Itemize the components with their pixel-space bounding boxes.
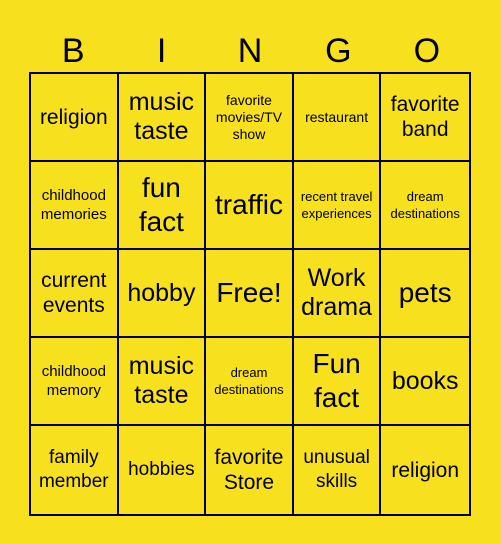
cell-label: favorite Store [214, 446, 284, 494]
bingo-cell[interactable]: current events [31, 250, 119, 338]
bingo-cell[interactable]: hobbies [119, 426, 207, 514]
cell-label: dream destinations [214, 365, 284, 397]
bingo-cell[interactable]: religion [381, 426, 469, 514]
bingo-cell[interactable]: favorite Store [206, 426, 294, 514]
cell-label: restaurant [305, 108, 369, 125]
cell-label: childhood memories [40, 187, 107, 223]
cell-label: Fun fact [312, 348, 361, 413]
bingo-cell[interactable]: Work drama [293, 250, 382, 338]
cell-label: hobby [127, 278, 196, 307]
bingo-cell[interactable]: hobby [118, 250, 207, 338]
bingo-cell[interactable]: music taste [118, 74, 207, 162]
bingo-cell[interactable]: recent travel experiences [293, 162, 382, 250]
header-letter-n: N [237, 32, 263, 70]
bingo-cell[interactable]: unusual skills [294, 426, 382, 514]
bingo-header: B I N G O [29, 30, 471, 72]
bingo-cell[interactable]: music taste [118, 338, 207, 426]
cell-label: music taste [128, 352, 195, 409]
bingo-cell[interactable]: traffic [206, 162, 294, 250]
cell-label: recent travel experiences [300, 189, 373, 221]
bingo-cell[interactable]: dream destinations [381, 162, 469, 250]
cell-label: pets [398, 277, 452, 308]
bingo-cell[interactable]: Fun fact [293, 338, 382, 426]
cell-label: current events [41, 269, 107, 317]
bingo-cell[interactable]: religion [31, 74, 119, 162]
cell-label: music taste [128, 88, 195, 145]
cell-label: fun fact [138, 172, 184, 237]
header-letter-b: B [61, 32, 85, 70]
bingo-cell[interactable]: dream destinations [206, 338, 294, 426]
cell-label: religion [39, 105, 108, 129]
bingo-cell[interactable]: favorite movies/TV show [206, 74, 294, 162]
cell-label: dream destinations [390, 189, 460, 221]
bingo-cell[interactable]: books [381, 338, 469, 426]
header-letter-g: G [325, 32, 352, 70]
bingo-cell[interactable]: fun fact [118, 162, 207, 250]
bingo-cell[interactable]: childhood memories [31, 162, 119, 250]
cell-label: childhood memory [41, 363, 106, 399]
bingo-cell[interactable]: favorite band [381, 74, 469, 162]
bingo-cell[interactable]: pets [381, 250, 469, 338]
cell-label: traffic [215, 189, 283, 220]
bingo-cell[interactable]: family member [31, 426, 119, 514]
cell-label: Work drama [301, 264, 373, 321]
cell-label: favorite movies/TV show [215, 91, 283, 142]
header-letter-o: O [413, 32, 441, 70]
header-letter-i: I [156, 32, 167, 70]
bingo-cell[interactable]: restaurant [293, 74, 382, 162]
free-space-cell[interactable]: Free! [206, 250, 294, 338]
cell-label: unusual skills [303, 447, 370, 492]
cell-label: favorite band [390, 93, 460, 141]
cell-label: books [391, 366, 459, 395]
cell-label: religion [391, 458, 460, 482]
cell-label: hobbies [128, 459, 195, 480]
cell-label: Free! [216, 277, 282, 308]
cell-label: family member [38, 447, 109, 492]
bingo-board: religion music taste favorite movies/TV … [29, 72, 471, 516]
bingo-cell[interactable]: childhood memory [31, 338, 119, 426]
